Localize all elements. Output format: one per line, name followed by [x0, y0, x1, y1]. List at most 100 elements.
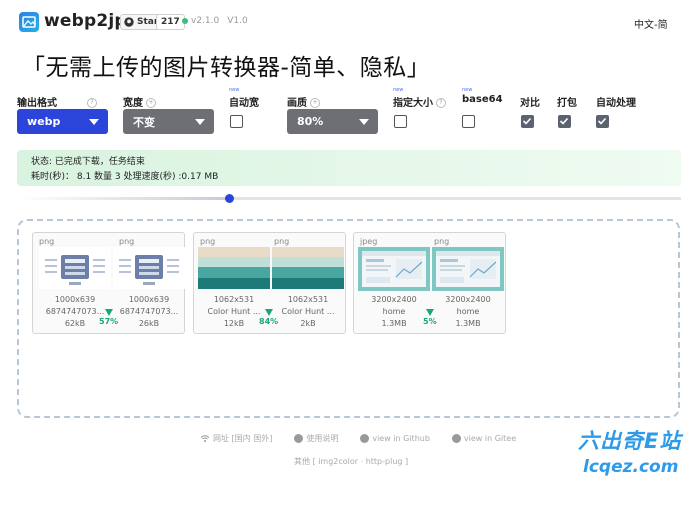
- footer-gitee-label: view in Gitee: [463, 434, 517, 443]
- pack-checkbox[interactable]: [558, 115, 571, 128]
- download-button[interactable]: 84%: [259, 309, 278, 326]
- help-circle-icon[interactable]: ?: [87, 98, 97, 108]
- status-text: 状态: 已完成下载，任务结束: [31, 157, 145, 167]
- converted-file-type: png: [119, 237, 135, 246]
- github-icon: [124, 17, 134, 27]
- original-file-type: jpeg: [360, 237, 378, 246]
- format-select-value: webp: [27, 115, 61, 128]
- fixed-size-new-tag: new: [393, 87, 404, 93]
- page-tagline: 「无需上传的图片转换器-简单、隐私」: [22, 55, 431, 81]
- check-icon: [597, 117, 607, 125]
- converted-size: 2kB: [300, 319, 316, 328]
- footer-other-links[interactable]: 其他 [ img2color · http-plug ]: [294, 456, 408, 467]
- quality-option: 画质 +: [287, 94, 320, 109]
- compare-checkbox[interactable]: [521, 115, 534, 128]
- chevron-down-icon: [89, 119, 99, 125]
- width-option: 宽度 +: [123, 94, 156, 109]
- download-arrow-icon: [104, 309, 113, 316]
- footer-github-label: view in Github: [372, 434, 430, 443]
- footer-manual-link[interactable]: 使用说明: [294, 433, 338, 444]
- original-size: 1.3MB: [381, 319, 407, 328]
- converted-thumbnail[interactable]: [272, 247, 344, 289]
- original-file-type: png: [200, 237, 216, 246]
- fixed-size-label: 指定大小: [393, 98, 433, 109]
- help-icon: [294, 434, 304, 443]
- converted-dims: 3200x2400: [445, 295, 491, 304]
- format-label: 输出格式: [17, 98, 57, 109]
- width-select[interactable]: 不变: [123, 109, 214, 134]
- compare-label: 对比: [520, 98, 540, 109]
- fixed-size-checkbox[interactable]: [394, 115, 407, 128]
- language-switcher[interactable]: 中文-简: [634, 16, 668, 31]
- watermark-url: lcqez.com: [583, 457, 679, 477]
- saving-percent: 57%: [99, 317, 119, 326]
- download-button[interactable]: 57%: [99, 309, 118, 326]
- footer-gitee-link[interactable]: view in Gitee: [451, 433, 517, 444]
- add-circle-icon[interactable]: +: [146, 98, 156, 108]
- fixed-size-option: 指定大小?: [393, 94, 446, 109]
- converted-size: 1.3MB: [455, 319, 481, 328]
- app-logo-icon: [19, 12, 39, 32]
- version-info[interactable]: v2.1.0 V1.0: [182, 16, 248, 26]
- base64-checkbox[interactable]: [462, 115, 475, 128]
- auto-width-new-tag: new: [229, 87, 240, 93]
- original-dims: 1062x531: [213, 295, 255, 304]
- saving-percent: 5%: [423, 317, 437, 326]
- footer-website-label: 网址 [国内 国外]: [213, 434, 273, 443]
- converted-name: Color Hunt ...: [281, 307, 335, 316]
- base64-new-tag: new: [462, 87, 473, 93]
- add-circle-icon[interactable]: +: [310, 98, 320, 108]
- status-stats: 耗时(秒)： 8.1 数量 3 处理速度(秒) :0.17 MB: [31, 172, 219, 182]
- original-thumbnail[interactable]: [39, 247, 111, 289]
- converted-dims: 1062x531: [287, 295, 329, 304]
- result-card[interactable]: png png 1000x639 6874747073... 62kB 1000…: [32, 232, 185, 334]
- result-card[interactable]: jpeg png 3200x2400 home 1.3MB 3200x2400 …: [353, 232, 506, 334]
- converted-thumbnail[interactable]: [113, 247, 185, 289]
- github-star-count[interactable]: 217: [156, 14, 185, 30]
- version-alt-link[interactable]: V1.0: [227, 16, 247, 26]
- footer-links: 网址 [国内 国外] 使用说明 view in Github view in G…: [200, 433, 516, 444]
- original-name: home: [382, 307, 406, 316]
- original-dims: 1000x639: [54, 295, 96, 304]
- check-icon: [522, 117, 532, 125]
- download-arrow-icon: [425, 309, 434, 316]
- saving-percent: 84%: [259, 317, 279, 326]
- auto-width-label: 自动宽: [229, 98, 259, 109]
- converted-thumbnail[interactable]: [432, 247, 504, 291]
- original-thumbnail[interactable]: [358, 247, 430, 291]
- original-thumbnail[interactable]: [198, 247, 270, 289]
- converted-size: 26kB: [138, 319, 160, 328]
- footer-github-link[interactable]: view in Github: [360, 433, 430, 444]
- pack-label: 打包: [557, 98, 577, 109]
- converted-dims: 1000x639: [128, 295, 170, 304]
- download-button[interactable]: 5%: [423, 309, 437, 326]
- auto-process-label: 自动处理: [596, 98, 636, 109]
- progress-fill: [17, 197, 230, 200]
- download-arrow-icon: [264, 309, 273, 316]
- converted-name: home: [456, 307, 480, 316]
- original-dims: 3200x2400: [371, 295, 417, 304]
- converted-file-type: png: [434, 237, 450, 246]
- wifi-icon: [200, 435, 210, 442]
- chevron-down-icon: [359, 119, 369, 125]
- format-option: 输出格式?: [17, 94, 97, 109]
- quality-select[interactable]: 80%: [287, 109, 378, 134]
- original-file-type: png: [39, 237, 55, 246]
- converted-file-type: png: [274, 237, 290, 246]
- result-card[interactable]: png png 1062x531 Color Hunt ... 12kB 106…: [193, 232, 346, 334]
- auto-process-checkbox[interactable]: [596, 115, 609, 128]
- help-circle-icon[interactable]: ?: [436, 98, 446, 108]
- footer-manual-label: 使用说明: [306, 434, 339, 443]
- format-select[interactable]: webp: [17, 109, 108, 134]
- check-icon: [559, 117, 569, 125]
- width-select-value: 不变: [133, 115, 155, 129]
- status-dot-icon: [182, 18, 188, 24]
- quality-label: 画质: [287, 98, 307, 109]
- quality-select-value: 80%: [297, 115, 324, 128]
- width-label: 宽度: [123, 98, 143, 109]
- auto-width-checkbox[interactable]: [230, 115, 243, 128]
- base64-label: base64: [462, 94, 503, 105]
- progress-knob[interactable]: [225, 194, 235, 203]
- progress-bar[interactable]: [17, 194, 681, 203]
- footer-website-link[interactable]: 网址 [国内 国外]: [200, 433, 272, 444]
